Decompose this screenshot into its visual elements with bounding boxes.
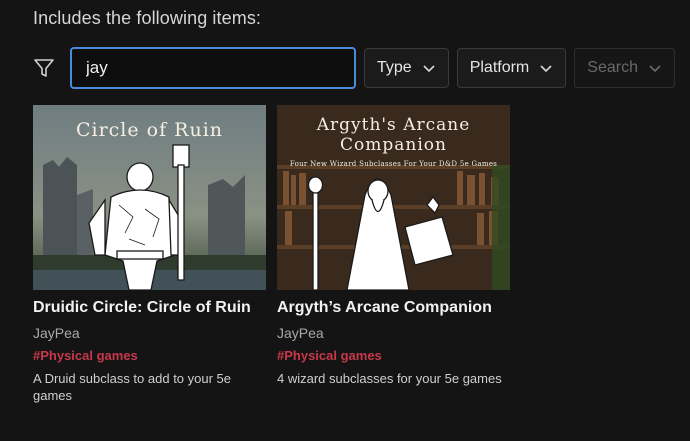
product-title[interactable]: Argyth’s Arcane Companion (277, 298, 510, 318)
filter-icon[interactable] (33, 57, 55, 79)
cover-title: Circle of Ruin (75, 119, 224, 141)
section-title: Includes the following items: (33, 8, 262, 28)
platform-dropdown[interactable]: Platform (456, 48, 567, 88)
product-description: A Druid subclass to add to your 5e games (33, 371, 232, 403)
product-author[interactable]: JayPea (33, 325, 266, 341)
search-dropdown[interactable]: Search (574, 48, 675, 88)
cover-title: Argyth's Arcane Companion (277, 115, 510, 155)
product-cover-image[interactable]: Argyth's Arcane Companion Four New Wizar… (277, 105, 510, 290)
type-dropdown[interactable]: Type (364, 48, 449, 88)
product-cover-image[interactable]: Circle of Ruin (33, 105, 266, 290)
product-list: Circle of Ruin Druidic Circle: Circle of… (33, 105, 510, 404)
type-dropdown-label: Type (377, 59, 412, 76)
chevron-down-icon (539, 61, 553, 75)
product-tag[interactable]: #Physical games (33, 348, 266, 363)
cover-title-line: Companion (340, 135, 447, 155)
chevron-down-icon (648, 61, 662, 75)
product-author[interactable]: JayPea (277, 325, 510, 341)
cover-title-line: Argyth's Arcane (316, 115, 471, 135)
product-card[interactable]: Argyth's Arcane Companion Four New Wizar… (277, 105, 510, 404)
platform-dropdown-label: Platform (469, 59, 530, 76)
page: Includes the following items: Type Platf… (0, 0, 690, 441)
cover-subtitle: Four New Wizard Subclasses For Your D&D … (289, 160, 498, 168)
search-field[interactable] (70, 47, 356, 89)
search-input[interactable] (84, 57, 342, 79)
product-tag[interactable]: #Physical games (277, 348, 510, 363)
search-dropdown-label: Search (587, 59, 638, 76)
product-description: 4 wizard subclasses for your 5e games (277, 371, 502, 386)
product-card[interactable]: Circle of Ruin Druidic Circle: Circle of… (33, 105, 266, 404)
product-title[interactable]: Druidic Circle: Circle of Ruin (33, 298, 266, 318)
filter-bar: Type Platform Search (33, 46, 675, 90)
chevron-down-icon (422, 61, 436, 75)
